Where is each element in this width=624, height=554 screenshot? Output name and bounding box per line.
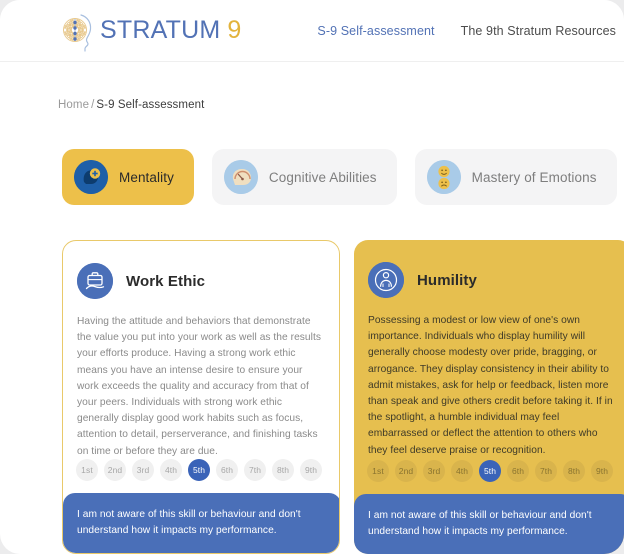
nav-link-self-assessment[interactable]: S-9 Self-assessment: [317, 24, 434, 38]
humble-person-icon: [368, 262, 404, 298]
card-title-work-ethic: Work Ethic: [126, 272, 206, 290]
rating-dot-7[interactable]: 7th: [535, 460, 557, 482]
brand-wordmark: STRATUM 9: [100, 16, 241, 45]
rating-dot-9[interactable]: 9th: [591, 460, 613, 482]
brand-number: 9: [227, 16, 242, 44]
rating-dot-5[interactable]: 5th: [188, 459, 210, 481]
rating-scale-humility: 1st 2nd 3rd 4th 5th 6th 7th 8th 9th: [367, 460, 613, 482]
tab-label-cognitive-abilities: Cognitive Abilities: [268, 169, 377, 185]
skill-card-humility: Humility Possessing a modest or low view…: [354, 240, 624, 554]
rating-dot-7[interactable]: 7th: [244, 459, 266, 481]
tab-label-mentality: Mentality: [119, 169, 174, 185]
rating-dot-9[interactable]: 9th: [300, 459, 322, 481]
tab-cognitive-abilities[interactable]: Cognitive Abilities: [211, 149, 397, 205]
rating-dot-8[interactable]: 8th: [563, 460, 585, 482]
top-navigation-bar: STRATUM 9 S-9 Self-assessment The 9th St…: [0, 0, 624, 62]
rating-dot-2[interactable]: 2nd: [395, 460, 417, 482]
brain-gauge-icon: [223, 160, 258, 194]
rating-dot-6[interactable]: 6th: [507, 460, 529, 482]
breadcrumb: Home / S-9 Self-assessment: [58, 99, 204, 111]
rating-dot-4[interactable]: 4th: [160, 459, 182, 481]
category-tabs: Mentality Cognitive Abilities Mastery of…: [62, 149, 624, 205]
head-mandala-logo-icon: [58, 9, 98, 53]
rating-scale-work-ethic: 1st 2nd 3rd 4th 5th 6th 7th 8th 9th: [76, 459, 322, 481]
two-faces-icon: [426, 160, 461, 194]
rating-dot-5[interactable]: 5th: [479, 460, 501, 482]
rating-dot-4[interactable]: 4th: [451, 460, 473, 482]
breadcrumb-separator: /: [91, 99, 95, 111]
rating-dot-3[interactable]: 3rd: [132, 459, 154, 481]
brand-name: STRATUM: [100, 16, 221, 44]
card-header: Humility: [354, 240, 624, 298]
tab-label-mastery-of-emotions: Mastery of Emotions: [471, 169, 597, 185]
rating-dot-1[interactable]: 1st: [367, 460, 389, 482]
rating-dot-2[interactable]: 2nd: [104, 459, 126, 481]
card-title-humility: Humility: [417, 271, 477, 289]
card-description-work-ethic: Having the attitude and behaviors that d…: [77, 316, 321, 457]
nav-link-stratum-resources[interactable]: The 9th Stratum Resources: [461, 24, 616, 38]
brand-logo[interactable]: STRATUM 9: [58, 9, 241, 53]
main-nav: S-9 Self-assessment The 9th Stratum Reso…: [317, 24, 624, 38]
skill-cards: Work Ethic Having the attitude and behav…: [62, 240, 624, 554]
app-window: STRATUM 9 S-9 Self-assessment The 9th St…: [0, 0, 624, 554]
tab-mastery-of-emotions[interactable]: Mastery of Emotions: [414, 149, 617, 205]
rating-dot-8[interactable]: 8th: [272, 459, 294, 481]
briefcase-hand-icon: [77, 263, 113, 299]
breadcrumb-home[interactable]: Home: [58, 99, 89, 111]
card-footer-humility: I am not aware of this skill or behaviou…: [354, 494, 624, 554]
card-header: Work Ethic: [63, 241, 339, 299]
rating-dot-3[interactable]: 3rd: [423, 460, 445, 482]
tab-mentality[interactable]: Mentality: [62, 149, 194, 205]
breadcrumb-current: S-9 Self-assessment: [96, 99, 205, 111]
rating-dot-6[interactable]: 6th: [216, 459, 238, 481]
skill-card-work-ethic: Work Ethic Having the attitude and behav…: [62, 240, 340, 554]
head-plus-icon: [74, 160, 108, 194]
card-footer-work-ethic: I am not aware of this skill or behaviou…: [63, 493, 339, 553]
rating-dot-1[interactable]: 1st: [76, 459, 98, 481]
card-description-humility: Possessing a modest or low view of one's…: [368, 315, 613, 456]
